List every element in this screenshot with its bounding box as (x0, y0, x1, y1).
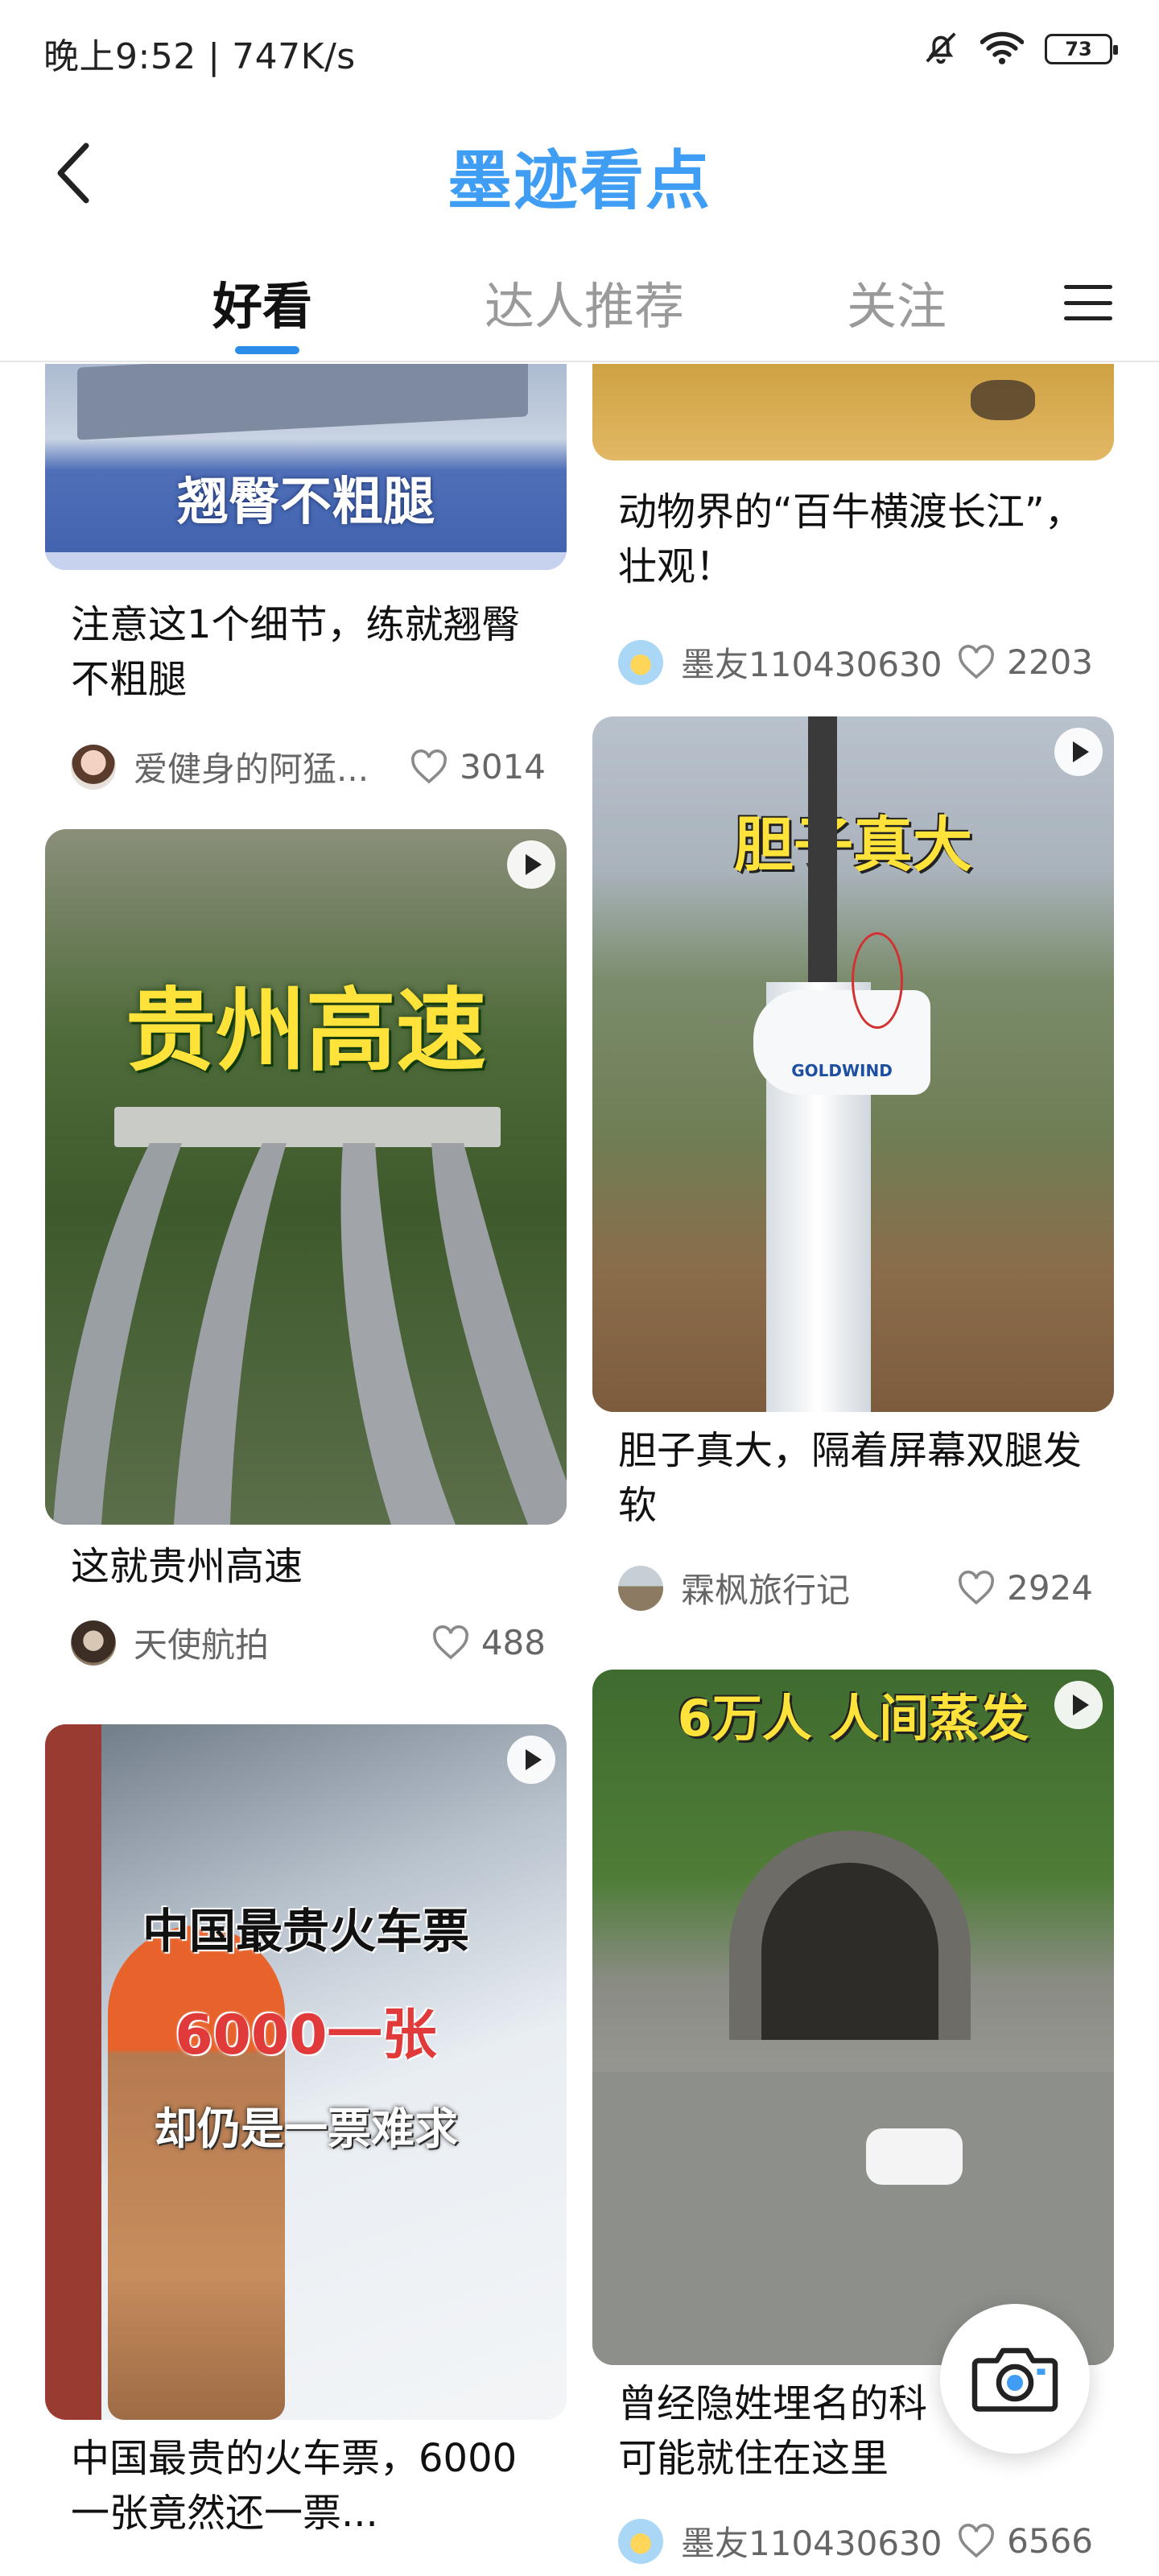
feed-card-fitness[interactable]: 翘臀不粗腿 注意这1个细节，练就翘臀不粗腿 爱健身的阿猛... 3014 (45, 364, 567, 815)
menu-button[interactable] (1064, 280, 1112, 325)
play-icon (507, 840, 555, 889)
avatar (71, 1620, 116, 1666)
author-name[interactable]: 天使航拍 (134, 1618, 417, 1667)
status-icons: 73 (922, 29, 1118, 69)
author-name[interactable]: 爱健身的阿猛... (134, 742, 395, 791)
play-icon (1054, 1681, 1103, 1729)
battery-icon: 73 (1045, 34, 1118, 64)
card-thumbnail: 胆子真大 GOLDWIND (592, 716, 1114, 1412)
play-icon (507, 1736, 555, 1784)
avatar (618, 1565, 663, 1611)
like-button[interactable]: 6566 (957, 2521, 1093, 2561)
like-button[interactable]: 488 (431, 1623, 546, 1662)
card-title: 注意这1个细节，练就翘臀不粗腿 (71, 602, 521, 702)
avatar (618, 639, 663, 685)
menu-icon-line (1064, 300, 1112, 305)
menu-icon-line (1064, 316, 1112, 320)
heart-icon (959, 1570, 995, 1604)
battery-level: 73 (1065, 38, 1092, 60)
card-thumbnail: 6万人 人间蒸发 (592, 1670, 1114, 2365)
heart-icon (411, 749, 448, 783)
heart-icon (959, 644, 995, 679)
mute-bell-icon (922, 29, 959, 69)
thumb-overlay-text: 翘臀不粗腿 (177, 473, 435, 532)
tab-following[interactable]: 关注 (847, 266, 947, 338)
card-title: 胆子真大，隔着屏幕双腿发软 (618, 1428, 1083, 1528)
turbine-brand: GOLDWIND (791, 1061, 893, 1080)
feed-card-cattle[interactable]: 动物界的“百牛横渡长江”，壮观！ 墨友110430630 2203 (592, 364, 1114, 702)
feed[interactable]: 翘臀不粗腿 注意这1个细节，练就翘臀不粗腿 爱健身的阿猛... 3014 贵州高… (0, 364, 1159, 2576)
card-meta: 天使航拍 488 (71, 1618, 546, 1667)
feed-card-guizhou[interactable]: 贵州高速 这就贵州高速 天使航拍 488 (45, 829, 567, 1690)
highlight-circle (852, 932, 903, 1029)
cattle-shape (971, 380, 1035, 420)
like-button[interactable]: 3014 (410, 747, 546, 786)
tab-experts[interactable]: 达人推荐 (485, 266, 684, 338)
card-thumbnail: 中国最贵火车票 6000一张 却仍是一票难求 (45, 1724, 567, 2420)
thumb-overlay-line-3: 却仍是一票难求 (154, 2103, 458, 2154)
like-count: 488 (481, 1623, 546, 1662)
author-name[interactable]: 霖枫旅行记 (681, 1563, 942, 1612)
turbine-nacelle: GOLDWIND (753, 990, 930, 1095)
heart-icon (959, 2523, 995, 2557)
card-meta: 墨友110430630 6566 (618, 2516, 1093, 2566)
train-frame (45, 1724, 101, 2420)
page-title: 墨迹看点 (448, 142, 711, 218)
header: 墨迹看点 (0, 121, 1159, 225)
play-icon (1054, 728, 1103, 776)
crane-mast (808, 716, 837, 1006)
feed-card-train[interactable]: 中国最贵火车票 6000一张 却仍是一票难求 中国最贵的火车票，6000一张竟然… (45, 1724, 567, 2576)
card-title: 动物界的“百牛横渡长江”，壮观！ (618, 489, 1083, 589)
like-count: 2203 (1007, 642, 1093, 682)
white-car (866, 2128, 963, 2185)
like-count: 3014 (460, 747, 546, 786)
card-thumbnail: 翘臀不粗腿 (45, 364, 567, 570)
thumb-overlay-text: 6万人 人间蒸发 (677, 1689, 1029, 1748)
like-button[interactable]: 2924 (957, 1568, 1093, 1608)
like-button[interactable]: 2203 (957, 642, 1093, 682)
card-meta: 霖枫旅行记 2924 (618, 1563, 1093, 1612)
card-title: 中国最贵的火车票，6000一张竟然还一票... (71, 2436, 518, 2536)
like-count: 6566 (1007, 2521, 1093, 2561)
tab-recommended[interactable]: 好看 (212, 266, 312, 338)
card-meta: 爱健身的阿猛... 3014 (71, 742, 546, 791)
avatar (71, 744, 116, 790)
camera-button[interactable] (940, 2304, 1090, 2454)
menu-icon (1064, 285, 1112, 289)
card-thumbnail: 贵州高速 (45, 829, 567, 1525)
thumb-shape (77, 364, 528, 440)
heart-icon (432, 1624, 468, 1659)
card-thumbnail (592, 364, 1114, 460)
thumb-overlay-line-1: 中国最贵火车票 (142, 1904, 469, 1959)
thumb-overlay-line-2: 6000一张 (175, 2004, 437, 2067)
like-count: 2924 (1007, 1568, 1093, 1608)
author-name[interactable]: 墨友110430630 (681, 2516, 942, 2566)
feed-card-turbine[interactable]: 胆子真大 GOLDWIND 胆子真大，隔着屏幕双腿发软 霖枫旅行记 2924 (592, 716, 1114, 1626)
avatar (618, 2518, 663, 2564)
card-title: 这就贵州高速 (71, 1544, 303, 1589)
status-bar: 晚上9:52 | 747K/s 73 (0, 0, 1159, 97)
thumb-overlay-text: 胆子真大 (734, 811, 972, 880)
tab-bar: 好看 达人推荐 关注 (0, 258, 1159, 362)
thumb-strip (45, 552, 567, 570)
highway-illustration (53, 1143, 567, 1525)
author-name[interactable]: 墨友110430630 (681, 638, 942, 687)
status-time-speed: 晚上9:52 | 747K/s (43, 36, 356, 77)
camera-icon (971, 2347, 1058, 2412)
card-meta: 墨友110430630 2203 (618, 638, 1093, 687)
thumb-overlay-text: 贵州高速 (126, 979, 486, 1084)
wifi-icon (980, 29, 1025, 69)
tunnel-opening (761, 1863, 938, 2040)
active-tab-indicator (235, 346, 299, 354)
